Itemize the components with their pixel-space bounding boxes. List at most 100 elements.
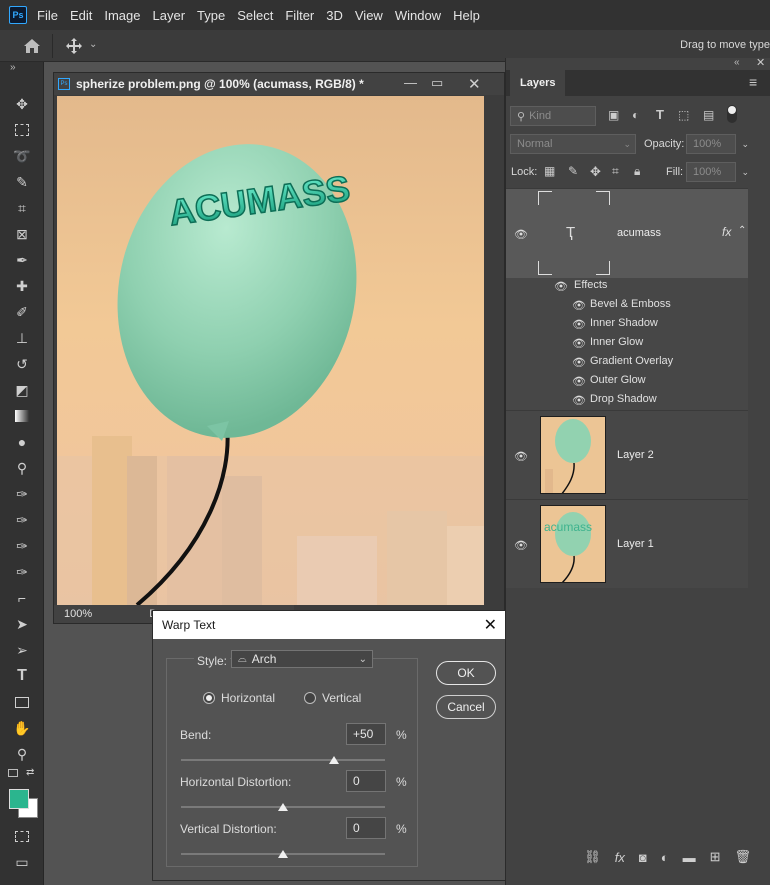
lock-image-icon[interactable]: ✎ xyxy=(568,164,578,178)
clone-stamp-icon[interactable]: ⊥ xyxy=(10,328,34,348)
visibility-eye-icon[interactable]: 👁︎ xyxy=(572,395,586,407)
vertical-distortion-field[interactable]: 0 xyxy=(346,817,386,839)
screen-mode-icon[interactable]: ▭ xyxy=(10,852,34,872)
healing-brush-icon[interactable]: ✚ xyxy=(10,276,34,296)
menu-type[interactable]: Type xyxy=(197,8,225,23)
filter-smart-object-icon[interactable]: ▤ xyxy=(703,108,714,122)
filter-toggle[interactable] xyxy=(727,105,737,123)
vertical-distortion-slider-thumb[interactable] xyxy=(278,850,288,858)
bend-field[interactable]: +50 xyxy=(346,723,386,745)
fill-field[interactable]: 100% ⌄ xyxy=(686,162,749,182)
visibility-eye-icon[interactable]: 👁︎ xyxy=(572,376,586,388)
foreground-color-swatch[interactable] xyxy=(9,789,29,809)
chevron-down-icon[interactable]: ⌄ xyxy=(89,39,97,50)
pen-icon[interactable]: ✑ xyxy=(10,484,34,504)
menu-layer[interactable]: Layer xyxy=(153,8,186,23)
frame-icon[interactable]: ⊠ xyxy=(10,224,34,244)
direct-selection-icon[interactable]: ➢ xyxy=(10,640,34,660)
effect-gradient-overlay[interactable]: Gradient Overlay xyxy=(590,355,673,367)
document-title-bar[interactable]: Ps spherize problem.png @ 100% (acumass,… xyxy=(54,73,504,95)
cancel-button[interactable]: Cancel xyxy=(436,695,496,719)
quick-mask-icon[interactable] xyxy=(10,826,34,846)
new-layer-icon[interactable]: ⊞ xyxy=(710,849,721,865)
menu-select[interactable]: Select xyxy=(237,8,273,23)
chevron-up-icon[interactable]: ⌃ xyxy=(738,225,746,236)
chevron-down-icon[interactable]: ⌄ xyxy=(741,167,749,178)
horizontal-radio[interactable] xyxy=(203,692,215,704)
menu-filter[interactable]: Filter xyxy=(285,8,314,23)
move-tool-icon[interactable] xyxy=(64,37,84,55)
close-panel-icon[interactable]: ✕ xyxy=(756,56,765,69)
crop-icon[interactable]: ⌗ xyxy=(10,198,34,218)
add-style-icon[interactable]: fx xyxy=(615,850,625,865)
history-brush-icon[interactable]: ↺ xyxy=(10,354,34,374)
minimize-icon[interactable]: — xyxy=(404,75,417,90)
chevron-down-icon[interactable]: ⌄ xyxy=(741,139,749,150)
document-canvas[interactable]: ACUMASS xyxy=(57,96,484,605)
dialog-title-bar[interactable]: Warp Text ✕ xyxy=(153,611,505,639)
menu-edit[interactable]: Edit xyxy=(70,8,92,23)
delete-layer-icon[interactable]: 🗑︎ xyxy=(734,849,751,865)
vertical-radio[interactable] xyxy=(304,692,316,704)
restore-icon[interactable]: ▭ xyxy=(431,75,443,91)
horizontal-distortion-field[interactable]: 0 xyxy=(346,770,386,792)
style-select[interactable]: ⌓ Arch ⌄ xyxy=(231,650,373,668)
close-icon[interactable]: ✕ xyxy=(484,615,497,635)
new-group-icon[interactable]: ▬ xyxy=(683,850,696,865)
layer-row-layer-2[interactable]: 👁︎ Layer 2 xyxy=(506,410,748,499)
collapse-panel-icon[interactable]: « xyxy=(734,57,740,68)
effect-inner-glow[interactable]: Inner Glow xyxy=(590,336,643,348)
effects-label[interactable]: Effects xyxy=(574,279,607,291)
visibility-eye-icon[interactable]: 👁︎ xyxy=(514,451,528,463)
effect-inner-shadow[interactable]: Inner Shadow xyxy=(590,317,658,329)
filter-type-icon[interactable]: T xyxy=(656,107,664,122)
layer-name[interactable]: Layer 1 xyxy=(617,538,654,550)
zoom-icon[interactable]: ⚲ xyxy=(10,744,34,764)
bend-slider-thumb[interactable] xyxy=(329,756,339,764)
blend-mode-select[interactable]: Normal ⌄ xyxy=(510,134,636,154)
blur-icon[interactable]: ● xyxy=(10,432,34,452)
lock-position-icon[interactable]: ✥ xyxy=(590,164,601,180)
swap-colors-icon[interactable]: ⇄ xyxy=(26,767,34,778)
visibility-eye-icon[interactable]: 👁︎ xyxy=(572,300,586,312)
quick-selection-icon[interactable]: ✎ xyxy=(10,172,34,192)
effect-drop-shadow[interactable]: Drop Shadow xyxy=(590,393,657,405)
link-layers-icon[interactable]: ⛓︎ xyxy=(584,849,601,865)
gradient-icon[interactable] xyxy=(10,406,34,426)
menu-file[interactable]: File xyxy=(37,8,58,23)
visibility-eye-icon[interactable]: 👁︎ xyxy=(572,338,586,350)
default-colors-icon[interactable] xyxy=(8,769,18,777)
marquee-icon[interactable] xyxy=(10,120,34,140)
menu-image[interactable]: Image xyxy=(104,8,140,23)
horizontal-distortion-slider-thumb[interactable] xyxy=(278,803,288,811)
visibility-eye-icon[interactable]: 👁︎ xyxy=(514,540,528,552)
eyedropper-icon[interactable]: ✒ xyxy=(10,250,34,270)
tab-layers[interactable]: Layers xyxy=(510,70,566,96)
lasso-icon[interactable]: ➰ xyxy=(10,146,34,166)
layer-row-acumass[interactable]: 👁︎ Ҭ acumass fx ⌃ xyxy=(506,188,748,278)
lock-transparent-icon[interactable]: ▦ xyxy=(544,164,555,178)
visibility-eye-icon[interactable]: 👁︎ xyxy=(514,229,528,241)
hand-icon[interactable]: ✋ xyxy=(10,718,34,738)
layer-name[interactable]: acumass xyxy=(617,227,661,239)
anchor-point-icon[interactable]: ✑ xyxy=(10,562,34,582)
path-selection-icon[interactable]: ➤ xyxy=(10,614,34,634)
convert-point-icon[interactable]: ⌐ xyxy=(10,588,34,608)
ok-button[interactable]: OK xyxy=(436,661,496,685)
opacity-field[interactable]: 100% ⌄ xyxy=(686,134,749,154)
collapse-icon[interactable]: » xyxy=(10,62,16,73)
type-tool-icon[interactable]: T xyxy=(10,666,34,686)
filter-shape-icon[interactable]: ⬚ xyxy=(678,108,689,122)
close-icon[interactable]: ✕ xyxy=(468,75,481,93)
new-adjustment-icon[interactable]: ◐ xyxy=(661,850,669,865)
visibility-eye-icon[interactable]: 👁︎ xyxy=(572,319,586,331)
lock-artboard-icon[interactable]: ⌗ xyxy=(612,164,619,179)
eraser-icon[interactable]: ◩ xyxy=(10,380,34,400)
dodge-icon[interactable]: ⚲ xyxy=(10,458,34,478)
menu-window[interactable]: Window xyxy=(395,8,441,23)
lock-all-icon[interactable]: 🔒︎ xyxy=(634,164,640,179)
home-icon[interactable] xyxy=(22,38,42,54)
curvature-pen-icon[interactable]: ✑ xyxy=(10,536,34,556)
menu-view[interactable]: View xyxy=(355,8,383,23)
filter-pixel-icon[interactable]: ▣ xyxy=(608,108,619,122)
